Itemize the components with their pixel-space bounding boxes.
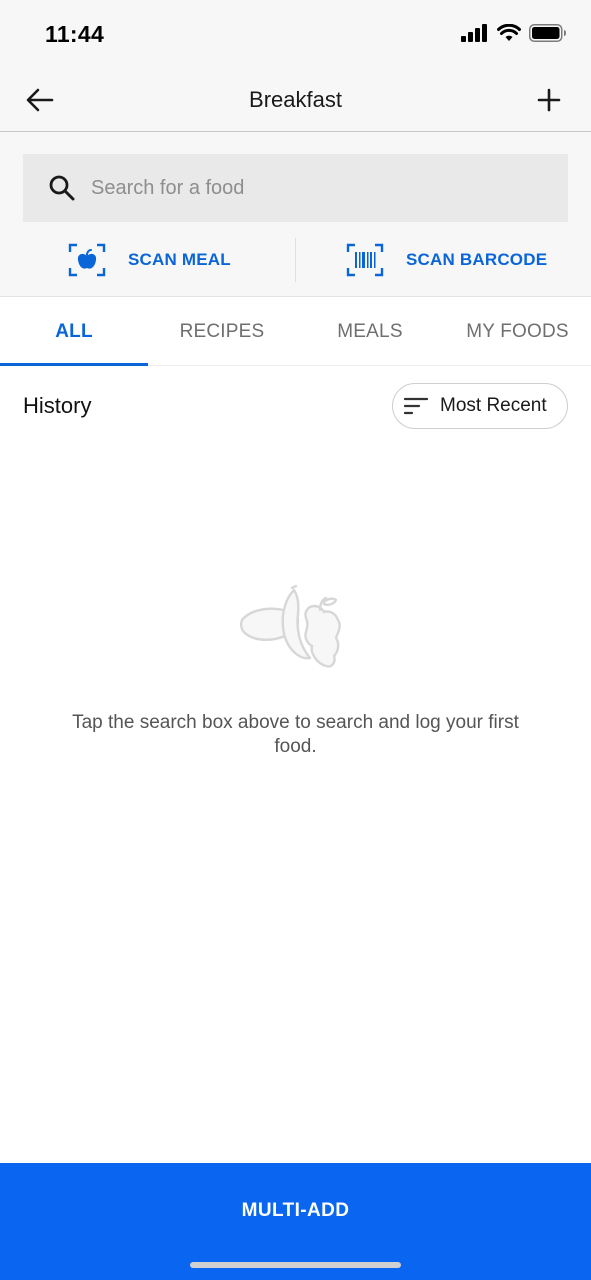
scan-meal-icon (68, 243, 106, 277)
tab-bar: ALL RECIPES MEALS MY FOODS (0, 297, 591, 366)
tab-meals[interactable]: MEALS (296, 297, 444, 366)
signal-icon (461, 24, 487, 42)
sort-label: Most Recent (440, 395, 547, 416)
sort-icon (404, 397, 428, 415)
scan-barcode-button[interactable]: SCAN BARCODE (346, 240, 547, 280)
nav-bar: Breakfast (0, 70, 591, 132)
status-icons (461, 24, 567, 42)
status-time: 11:44 (45, 21, 105, 47)
scan-divider (295, 238, 296, 282)
battery-icon (529, 24, 566, 42)
empty-state-message: Tap the search box above to search and l… (72, 712, 519, 757)
scan-meal-button[interactable]: SCAN MEAL (68, 240, 231, 280)
barcode-icon (346, 243, 384, 277)
tab-indicator (0, 363, 148, 366)
status-bar: 11:44 (0, 0, 591, 70)
tab-recipes[interactable]: RECIPES (148, 297, 296, 366)
history-title: History (23, 393, 92, 418)
search-area: Search for a food SCAN MEAL SCAN BARCODE (0, 132, 591, 297)
scan-meal-label: SCAN MEAL (128, 250, 231, 269)
food-illustration-icon (240, 584, 341, 668)
plus-icon (537, 88, 561, 112)
tab-all[interactable]: ALL (0, 297, 148, 366)
scan-barcode-label: SCAN BARCODE (406, 250, 548, 269)
search-icon (49, 175, 75, 201)
search-input[interactable]: Search for a food (23, 154, 568, 222)
add-button[interactable] (533, 84, 565, 116)
home-indicator (190, 1262, 401, 1268)
tab-my-foods[interactable]: MY FOODS (444, 297, 591, 366)
search-placeholder: Search for a food (91, 176, 245, 199)
scan-row: SCAN MEAL SCAN BARCODE (0, 236, 591, 284)
page-title: Breakfast (249, 87, 342, 112)
wifi-icon (497, 24, 521, 41)
sort-button[interactable]: Most Recent (392, 383, 568, 429)
